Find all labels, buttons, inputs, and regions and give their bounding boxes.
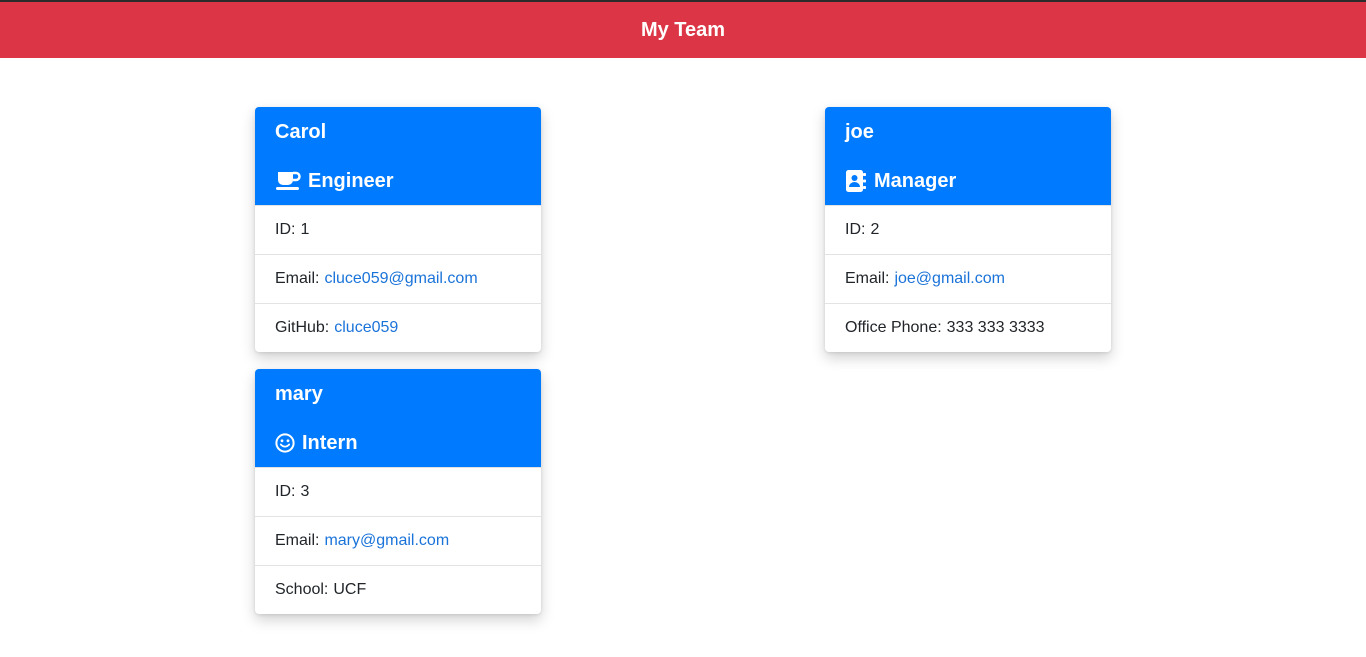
school-label: School: <box>275 581 329 598</box>
employee-name: joe <box>845 121 874 143</box>
page-title: My Team <box>640 18 726 41</box>
employee-role: Manager <box>845 169 1091 193</box>
employee-card-mary: mary Intern ID: 3 Email: mary@gmail.com … <box>255 369 541 614</box>
email-link[interactable]: joe@gmail.com <box>894 270 1005 288</box>
employee-name: mary <box>275 383 323 405</box>
role-label: Manager <box>874 169 957 192</box>
email-link[interactable]: mary@gmail.com <box>324 532 449 550</box>
email-link[interactable]: cluce059@gmail.com <box>324 270 477 288</box>
email-row: Email: mary@gmail.com <box>255 516 541 565</box>
github-link[interactable]: cluce059 <box>334 319 398 337</box>
email-row: Email: joe@gmail.com <box>825 254 1111 303</box>
page-header: My Team <box>0 2 1366 58</box>
role-label: Intern <box>302 431 358 454</box>
smiley-face-icon <box>275 433 295 453</box>
employee-role: Engineer <box>275 169 521 193</box>
id-value: 1 <box>300 221 310 238</box>
id-row: ID: 1 <box>255 205 541 254</box>
employee-role: Intern <box>275 431 521 455</box>
coffee-mug-icon <box>276 171 301 190</box>
id-value: 2 <box>870 221 880 238</box>
employee-card-carol: Carol Engineer ID: 1 Email: cluce059@gma… <box>255 107 541 352</box>
card-header: Carol Engineer <box>255 107 541 205</box>
office-phone-row: Office Phone: 333 333 3333 <box>825 303 1111 352</box>
id-row: ID: 3 <box>255 467 541 516</box>
role-label: Engineer <box>308 169 394 192</box>
employee-name: Carol <box>275 121 327 143</box>
id-label: ID: <box>275 483 296 500</box>
address-book-icon <box>846 170 866 192</box>
card-header: joe Manager <box>825 107 1111 205</box>
office-phone-value: 333 333 3333 <box>946 319 1045 336</box>
id-row: ID: 2 <box>825 205 1111 254</box>
employee-card-joe: joe Manager ID: 2 Email: joe@gmail.com O… <box>825 107 1111 352</box>
id-label: ID: <box>845 221 866 238</box>
email-label: Email: <box>275 270 320 287</box>
email-label: Email: <box>845 270 890 287</box>
email-row: Email: cluce059@gmail.com <box>255 254 541 303</box>
office-phone-label: Office Phone: <box>845 319 942 336</box>
school-value: UCF <box>333 581 367 598</box>
card-header: mary Intern <box>255 369 541 467</box>
id-value: 3 <box>300 483 310 500</box>
school-row: School: UCF <box>255 565 541 614</box>
github-label: GitHub: <box>275 319 330 336</box>
email-label: Email: <box>275 532 320 549</box>
github-row: GitHub: cluce059 <box>255 303 541 352</box>
id-label: ID: <box>275 221 296 238</box>
